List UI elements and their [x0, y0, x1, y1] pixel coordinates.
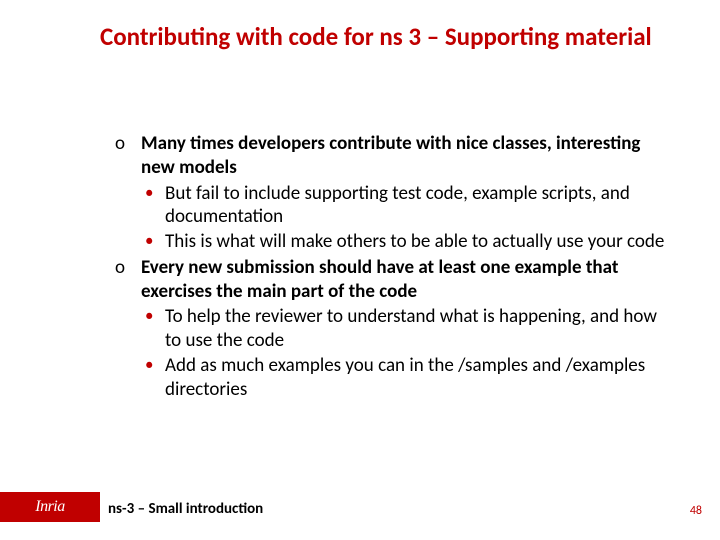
footer-logo-bar: Inria — [0, 492, 100, 522]
sub-list-item: • This is what will make others to be ab… — [141, 230, 675, 254]
bullet-icon: • — [141, 182, 165, 230]
circle-marker-icon: o — [115, 256, 141, 402]
sub-list-item: • To help the reviewer to understand wha… — [141, 305, 675, 353]
list-item: o Many times developers contribute with … — [115, 132, 675, 254]
sub-item-text: But fail to include supporting test code… — [165, 182, 675, 230]
bullet-icon: • — [141, 354, 165, 402]
list-item-text: Every new submission should have at leas… — [141, 256, 618, 303]
page-number: 48 — [690, 504, 702, 518]
sub-list-item: • Add as much examples you can in the /s… — [141, 354, 675, 402]
list-item: o Every new submission should have at le… — [115, 256, 675, 402]
circle-marker-icon: o — [115, 132, 141, 254]
bullet-icon: • — [141, 230, 165, 254]
inria-logo: Inria — [35, 498, 65, 516]
sub-item-text: To help the reviewer to understand what … — [165, 305, 675, 353]
slide-content: o Many times developers contribute with … — [115, 132, 675, 403]
slide-title: Contributing with code for ns 3 – Suppor… — [100, 22, 660, 52]
footer-text: ns-3 – Small introduction — [108, 500, 263, 518]
sub-item-text: This is what will make others to be able… — [165, 230, 675, 254]
sub-list-item: • But fail to include supporting test co… — [141, 182, 675, 230]
sub-item-text: Add as much examples you can in the /sam… — [165, 354, 675, 402]
list-item-text: Many times developers contribute with ni… — [141, 132, 640, 179]
bullet-icon: • — [141, 305, 165, 353]
